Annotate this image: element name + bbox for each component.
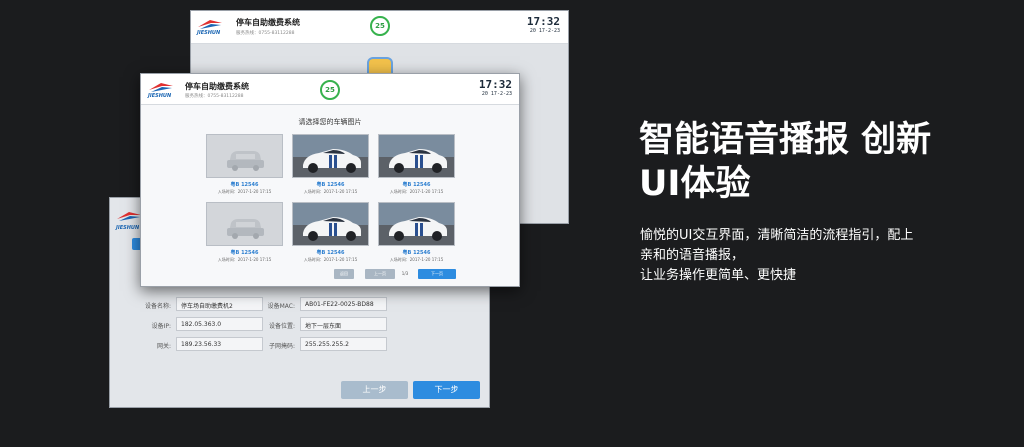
field-device-name: 设备名称: 停车场自助缴费机2 — [145, 297, 263, 311]
prev-step-button[interactable]: 上一步 — [341, 381, 408, 399]
headline-line: UI体验 — [639, 164, 751, 204]
vehicle-card[interactable]: 粤B 12546 入场时间：2017-1-20 17:15 — [206, 134, 283, 195]
system-title: 停车自助缴费系统 — [236, 18, 300, 27]
car-placeholder-image — [206, 134, 283, 178]
car-photo — [292, 134, 369, 178]
prev-page-button[interactable]: 上一页 — [365, 269, 395, 279]
entry-time: 入场时间：2017-1-20 17:15 — [389, 257, 444, 262]
kiosk-header: JIESHUN 停车自助缴费系统 服务热线：0755-83112288 25 1… — [191, 11, 568, 44]
next-step-button[interactable]: 下一步 — [413, 381, 480, 399]
field-label: 网关: — [156, 343, 171, 350]
headline-line: 智能语音播报 创新 — [639, 120, 932, 160]
clock: 17:32 20 17-2-23 — [527, 15, 560, 34]
car-photo — [378, 202, 455, 246]
subnet-mask-input[interactable]: 255.255.255.2 — [300, 337, 387, 351]
field-label: 设备IP: — [151, 323, 171, 330]
logo-text: JIESHUN — [116, 225, 140, 231]
plate-number: 粤B 12546 — [230, 182, 259, 188]
system-title: 停车自助缴费系统 — [185, 82, 249, 91]
vehicle-card[interactable]: 粤B 12546 入场时间：2017-1-20 17:15 — [292, 134, 369, 195]
logo-text: JIESHUN — [148, 93, 172, 99]
plate-number: 粤B 12546 — [316, 182, 345, 188]
entry-time: 入场时间：2017-1-20 17:15 — [303, 257, 358, 262]
device-name-input[interactable]: 停车场自助缴费机2 — [176, 297, 263, 311]
clock-date: 20 17-2-23 — [529, 28, 560, 34]
vehicle-picker: 请选择您的车辆图片 粤B 12546 入场时间：2017-1-20 17:15 — [141, 105, 519, 286]
countdown-timer: 25 — [370, 16, 390, 36]
gateway-input[interactable]: 189.23.56.33 — [176, 337, 263, 351]
entry-time: 入场时间：2017-1-20 17:15 — [389, 189, 444, 194]
field-device-mac: 设备MAC: AB01-FE22-0025-BD88 — [268, 297, 387, 311]
vehicle-card[interactable]: 粤B 12546 入场时间：2017-1-20 17:15 — [378, 202, 455, 263]
field-label: 设备位置: — [268, 323, 295, 330]
field-label: 设备名称: — [144, 303, 171, 310]
jieshun-logo: JIESHUN — [148, 81, 182, 101]
service-phone: 服务热线：0755-83112288 — [185, 94, 244, 99]
sports-car-image — [379, 203, 454, 245]
field-label: 子网掩码: — [268, 343, 295, 350]
vehicle-select-screen: JIESHUN 停车自助缴费系统 服务热线：0755-83112288 25 1… — [140, 73, 520, 287]
entry-time: 入场时间：2017-1-20 17:15 — [303, 189, 358, 194]
logo-swoosh-icon — [149, 83, 173, 92]
field-gateway: 网关: 189.23.56.33 — [157, 337, 263, 351]
logo-swoosh-icon — [117, 212, 141, 221]
picker-heading: 请选择您的车辆图片 — [298, 118, 362, 126]
logo-swoosh-icon — [198, 20, 222, 29]
sports-car-image — [293, 203, 368, 245]
plate-number: 粤B 12546 — [402, 182, 431, 188]
jieshun-logo: JIESHUN — [197, 18, 231, 38]
car-placeholder-icon — [207, 203, 282, 245]
sports-car-image — [293, 135, 368, 177]
car-photo — [292, 202, 369, 246]
next-page-button[interactable]: 下一页 — [418, 269, 456, 279]
car-placeholder-image — [206, 202, 283, 246]
clock-date: 20 17-2-23 — [481, 91, 512, 97]
plate-number: 粤B 12546 — [402, 250, 431, 256]
back-button[interactable]: 返回 — [334, 269, 354, 279]
field-label: 设备MAC: — [267, 303, 295, 310]
car-photo — [378, 134, 455, 178]
kiosk-header: JIESHUN 停车自助缴费系统 服务热线：0755-83112288 25 1… — [141, 74, 519, 105]
clock-time: 17:32 — [478, 78, 512, 91]
plate-number: 粤B 12546 — [230, 250, 259, 256]
field-device-ip: 设备IP: 182.05.363.0 — [152, 317, 263, 331]
promo-headline: 智能语音播报 创新 UI体验 — [639, 118, 979, 206]
service-phone: 服务热线：0755-83112288 — [236, 31, 295, 36]
device-location-input[interactable]: 地下一层东面 — [300, 317, 387, 331]
promo-description: 愉悦的UI交互界面，清晰简洁的流程指引，配上 亲和的语音播报， 让业务操作更简单… — [640, 226, 960, 286]
page-indicator: 1/3 — [401, 271, 409, 276]
field-subnet-mask: 子网掩码: 255.255.255.2 — [269, 337, 387, 351]
vehicle-card[interactable]: 粤B 12546 入场时间：2017-1-20 17:15 — [378, 134, 455, 195]
car-placeholder-icon — [207, 135, 282, 177]
sports-car-image — [379, 135, 454, 177]
clock-time: 17:32 — [526, 15, 560, 28]
vehicle-card[interactable]: 粤B 12546 入场时间：2017-1-20 17:15 — [206, 202, 283, 263]
device-mac-input[interactable]: AB01-FE22-0025-BD88 — [300, 297, 387, 311]
jieshun-logo: JIESHUN — [116, 206, 142, 231]
description-line: 让业务操作更简单、更快捷 — [640, 268, 797, 283]
logo-text: JIESHUN — [197, 30, 221, 36]
device-ip-input[interactable]: 182.05.363.0 — [176, 317, 263, 331]
entry-time: 入场时间：2017-1-20 17:15 — [217, 257, 272, 262]
plate-number: 粤B 12546 — [316, 250, 345, 256]
entry-time: 入场时间：2017-1-20 17:15 — [217, 189, 272, 194]
description-line: 愉悦的UI交互界面，清晰简洁的流程指引，配上 — [640, 228, 914, 243]
vehicle-card[interactable]: 粤B 12546 入场时间：2017-1-20 17:15 — [292, 202, 369, 263]
countdown-timer: 25 — [320, 80, 340, 100]
clock: 17:32 20 17-2-23 — [479, 78, 512, 97]
field-device-location: 设备位置: 地下一层东面 — [269, 317, 387, 331]
description-line: 亲和的语音播报， — [640, 248, 745, 263]
